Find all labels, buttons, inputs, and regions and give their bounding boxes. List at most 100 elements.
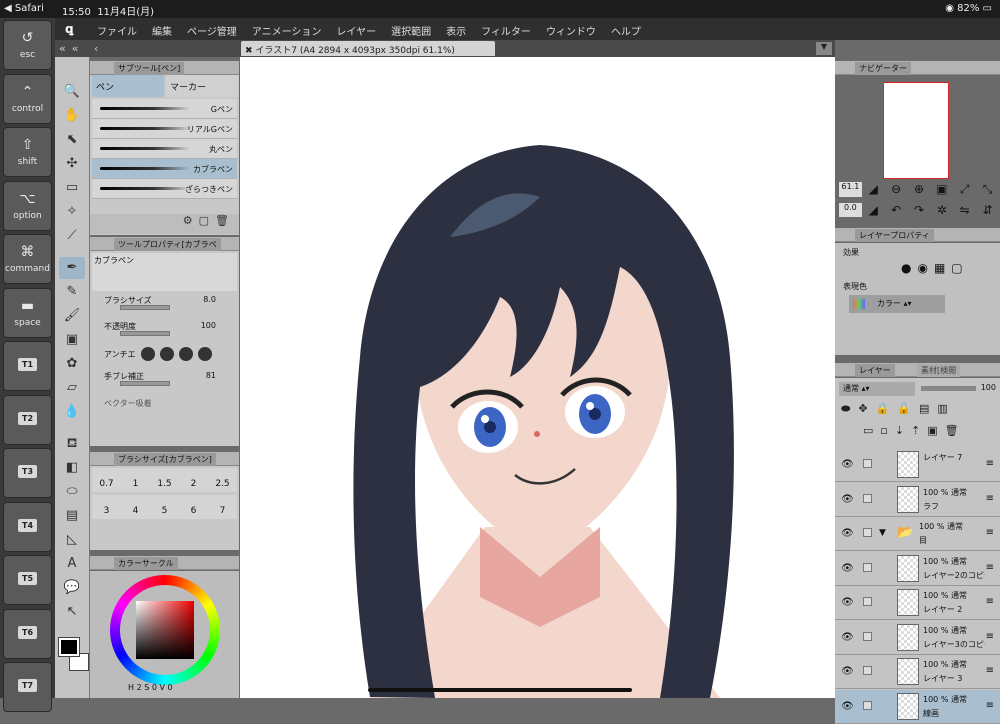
gradient-tool-icon[interactable]: ◧ [59,457,85,479]
pencil-tool-icon[interactable]: ✎ [59,281,85,303]
edge-key[interactable]: ⇧ shift [3,127,52,177]
hand-tool-icon[interactable]: ✋ [59,105,85,127]
eraser-tool-icon[interactable]: ▱ [59,377,85,399]
text-tool-icon[interactable]: A [59,553,85,575]
layer-toolbar-2[interactable]: ▭▫⇣⇡▣🗑 [863,424,999,437]
layer-lock-checkbox[interactable] [863,528,872,537]
subtool-item[interactable]: ざらつきペン [92,179,237,199]
edge-key[interactable]: T3 [3,448,52,498]
visibility-eye-icon[interactable]: 👁 [841,563,854,574]
edge-key[interactable]: T2 [3,394,52,445]
layer-row[interactable]: 👁 100 % 通常 レイヤー3のコピー ≡ [835,620,1000,655]
layer-menu-icon[interactable]: ≡ [986,527,994,538]
brush-size-preset[interactable]: 0.7 [92,468,121,492]
menu-item[interactable]: 表示 [446,23,466,38]
rotate-right-icon[interactable]: ↷ [908,203,931,217]
menu-item[interactable]: アニメーション [252,23,322,38]
visibility-eye-icon[interactable]: 👁 [841,528,854,539]
zoom-slider-icon[interactable]: ◢ [862,182,885,197]
visibility-eye-icon[interactable]: 👁 [841,701,854,712]
layer-lock-checkbox[interactable] [863,597,872,606]
layer-opacity-slider[interactable] [921,386,976,391]
subtool-settings-icon[interactable]: ⚙ [183,214,199,227]
zoom-out-icon[interactable]: ⊖ [885,182,908,197]
blend-mode-select[interactable]: 通常 ▴▾ [839,382,915,396]
menu-item[interactable]: 編集 [152,23,172,38]
document-tab[interactable]: ✖ イラスト7 (A4 2894 x 4093px 350dpi 61.1%) [241,41,495,56]
rotate-slider-icon[interactable]: ◢ [862,203,885,217]
tab-marker[interactable]: マーカー [166,75,238,97]
antialias-row[interactable]: アンチエ [104,347,212,361]
flip-horizontal-icon[interactable]: ⇋ [953,203,976,217]
menu-item[interactable]: フィルター [481,23,531,38]
fill-tool-icon[interactable]: ⛾ [59,433,85,455]
layer-row[interactable]: 👁 100 % 通常 線画 ≡ [835,689,1000,724]
auto-select-tool-icon[interactable]: ✧ [59,201,85,223]
layer-menu-icon[interactable]: ≡ [986,458,994,469]
figure-tool-icon[interactable]: ⬭ [59,481,85,503]
blend-tool-icon[interactable]: 💧 [59,401,85,423]
tab-dropdown-button[interactable]: ▼ [816,42,832,55]
layer-lock-checkbox[interactable] [863,562,872,572]
brush-size-preset[interactable]: 5 [150,495,179,519]
layer-menu-icon[interactable]: ≡ [986,596,994,607]
actual-size-icon[interactable]: ▣ [930,182,953,197]
angle-value[interactable]: 0.0 [839,203,862,217]
zoom-in-icon[interactable]: ⊕ [908,182,931,197]
layer-menu-icon[interactable]: ≡ [986,493,994,504]
layer-row[interactable]: 👁 100 % 通常 レイヤー 3 ≡ [835,655,1000,689]
layer-row[interactable]: 👁 レイヤー 7 ≡ [835,448,1000,482]
pen-tool-icon[interactable]: ✒ [59,257,85,279]
tab-pen[interactable]: ペン [92,75,164,97]
brush-size-preset[interactable]: 7 [208,495,237,519]
layer-lock-checkbox[interactable] [863,459,872,468]
menu-item[interactable]: ファイル [97,23,137,38]
brush-size-preset[interactable]: 6 [179,495,208,519]
drawing-canvas[interactable] [240,57,835,698]
opacity-row[interactable]: 不透明度 100 [104,321,234,336]
visibility-eye-icon[interactable]: 👁 [841,597,854,608]
foreground-color-swatch[interactable] [58,637,80,657]
brush-size-preset[interactable]: 1 [121,468,150,492]
effect-icons[interactable]: ●◉▦▢ [901,261,969,275]
menu-item[interactable]: 選択範囲 [391,23,431,38]
subtool-item[interactable]: カブラペン [92,159,237,179]
vector-snap-row[interactable]: ベクター吸着 [104,398,234,409]
layer-menu-icon[interactable]: ≡ [986,665,994,676]
layer-lock-checkbox[interactable] [863,493,872,503]
new-subtool-icon[interactable]: ▢ [199,214,215,227]
fit-icon[interactable]: ⤢ [953,182,976,197]
selection-tool-icon[interactable]: ▭ [59,177,85,199]
expression-color-select[interactable]: カラー ▴▾ [849,295,945,313]
layer-menu-icon[interactable]: ≡ [986,562,994,573]
flip-vertical-icon[interactable]: ⇵ [976,203,999,217]
layer-row[interactable]: 👁 100 % 通常 レイヤー2のコピー ≡ [835,551,1000,586]
brush-size-preset[interactable]: 1.5 [150,468,179,492]
balloon-tool-icon[interactable]: 💬 [59,577,85,599]
reset-rotation-icon[interactable]: ✲ [930,203,953,217]
ruler-tool-icon[interactable]: ◺ [59,529,85,551]
eyedropper-tool-icon[interactable]: ⟋ [59,225,85,247]
layer-row[interactable]: 👁 ▼ 📂 100 % 通常目 ≡ [835,517,1000,551]
layer-opacity-value[interactable]: 100 [981,383,996,392]
brush-size-preset[interactable]: 2.5 [208,468,237,492]
subtool-item[interactable]: 丸ペン [92,139,237,159]
layer-lock-checkbox[interactable] [863,700,872,710]
menu-item[interactable]: レイヤー [336,23,376,38]
folder-toggle-icon[interactable]: ▼ [879,528,886,538]
visibility-eye-icon[interactable]: 👁 [841,459,854,470]
layer-row[interactable]: 👁 100 % 通常 レイヤー 2 ≡ [835,586,1000,620]
navigator-thumbnail[interactable] [883,82,949,179]
panel-collapse-arrows[interactable]: «« ‹ [59,42,104,55]
menu-item[interactable]: ヘルプ [611,23,641,38]
zoom-tool-icon[interactable]: 🔍 [59,81,85,103]
frame-tool-icon[interactable]: ▤ [59,505,85,527]
visibility-eye-icon[interactable]: 👁 [841,632,854,643]
edge-key[interactable]: T1 [3,341,52,391]
delete-subtool-icon[interactable]: 🗑 [215,214,235,227]
saturation-value-square[interactable] [136,601,194,659]
correct-line-tool-icon[interactable]: ↖ [59,601,85,623]
edge-key[interactable]: ⌘ command [3,234,52,284]
layer-lock-checkbox[interactable] [863,666,872,675]
subtool-item[interactable]: リアルGペン [92,119,237,139]
